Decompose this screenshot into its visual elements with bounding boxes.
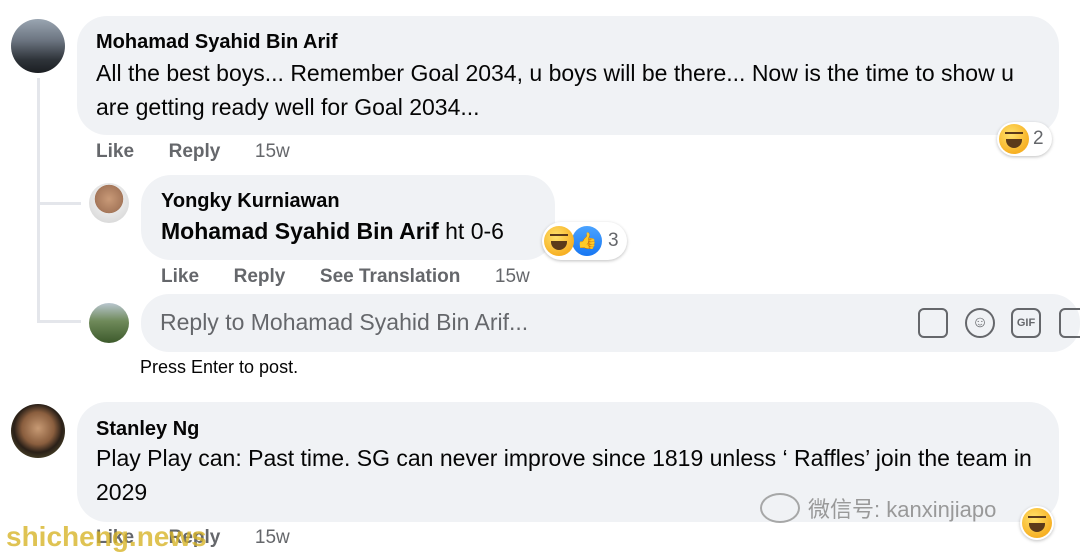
site-watermark: shicheng.news xyxy=(6,521,207,552)
timestamp[interactable]: 15w xyxy=(255,141,290,162)
reply-text: ht 0-6 xyxy=(445,218,504,244)
comment-author[interactable]: Stanley Ng xyxy=(96,418,199,441)
reply-link[interactable]: Reply xyxy=(169,141,221,162)
thread-line-branch xyxy=(37,320,81,323)
avatar[interactable] xyxy=(11,19,65,73)
thread-line-branch xyxy=(37,202,81,205)
avatar[interactable] xyxy=(11,404,65,458)
reply-input-placeholder: Reply to Mohamad Syahid Bin Arif... xyxy=(160,309,529,335)
thread-line xyxy=(37,78,40,322)
timestamp[interactable]: 15w xyxy=(495,266,530,287)
avatar[interactable] xyxy=(89,183,129,223)
reply-author[interactable]: Yongky Kurniawan xyxy=(161,190,340,213)
comment-author[interactable]: Mohamad Syahid Bin Arif xyxy=(96,31,338,54)
reaction-summary[interactable]: 👍 3 xyxy=(542,222,627,260)
like-link[interactable]: Like xyxy=(96,141,134,162)
sticker-icon[interactable] xyxy=(918,308,948,338)
reaction-count: 2 xyxy=(1033,128,1044,149)
press-enter-hint: Press Enter to post. xyxy=(140,357,299,377)
reaction-summary[interactable] xyxy=(1020,506,1054,540)
comment-actions: Like Reply 15w xyxy=(96,141,290,163)
thumbs-up-icon: 👍 xyxy=(570,224,604,258)
comment-text: All the best boys... Remember Goal 2034,… xyxy=(96,60,1014,120)
gif-icon[interactable]: GIF xyxy=(1011,308,1041,338)
wechat-watermark: 微信号: kanxinjiapo xyxy=(760,492,996,524)
avatar xyxy=(89,303,129,343)
timestamp[interactable]: 15w xyxy=(255,527,290,548)
haha-icon xyxy=(1022,508,1052,538)
sticker-alt-icon[interactable] xyxy=(1059,308,1080,338)
reply-actions: Like Reply See Translation 15w xyxy=(161,266,530,288)
mention[interactable]: Mohamad Syahid Bin Arif xyxy=(161,218,439,244)
see-translation-link[interactable]: See Translation xyxy=(320,266,460,287)
wechat-icon xyxy=(760,493,800,523)
haha-icon xyxy=(544,226,574,256)
reply-input[interactable]: Reply to Mohamad Syahid Bin Arif... ☺ GI… xyxy=(141,294,1080,352)
reaction-summary[interactable]: 2 xyxy=(997,122,1052,156)
like-link[interactable]: Like xyxy=(161,266,199,287)
reply-content: Mohamad Syahid Bin Arif ht 0-6 xyxy=(161,215,504,247)
wechat-id: 微信号: kanxinjiapo xyxy=(808,497,997,522)
reply-link[interactable]: Reply xyxy=(234,266,286,287)
reaction-count: 3 xyxy=(608,230,619,251)
haha-icon xyxy=(999,124,1029,154)
emoji-icon[interactable]: ☺ xyxy=(965,308,995,338)
